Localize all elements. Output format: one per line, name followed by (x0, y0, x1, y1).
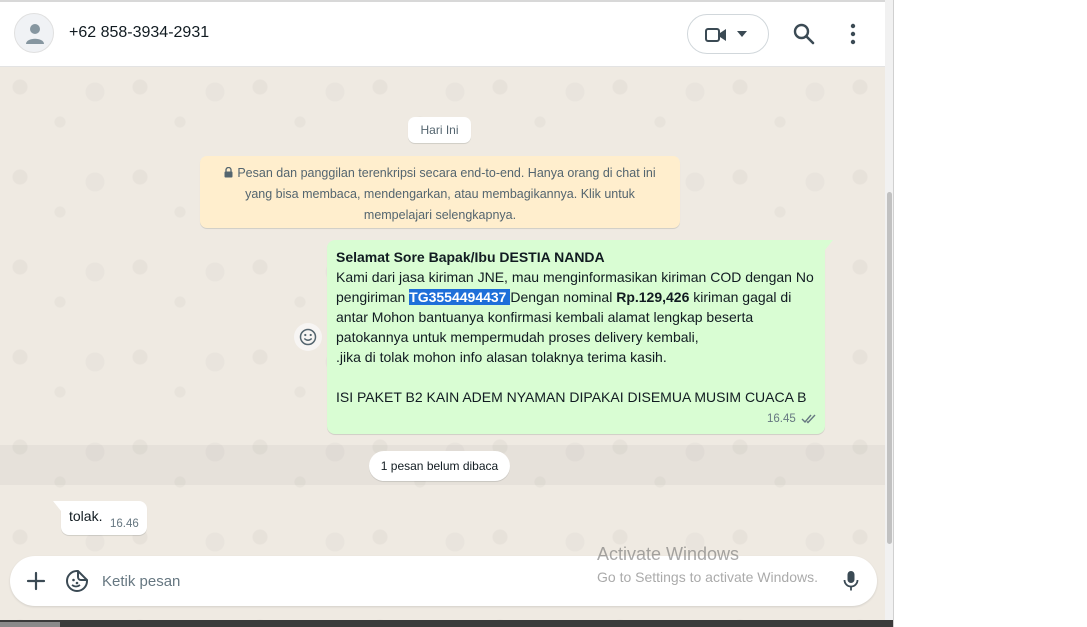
message-body: Selamat Sore Bapak/Ibu DESTIA NANDA Kami… (336, 247, 816, 407)
incoming-message[interactable]: tolak. 16.46 (53, 501, 147, 535)
message-time: 16.45 (767, 413, 796, 425)
more-vertical-icon[interactable] (847, 22, 859, 46)
message-meta: 16.45 (767, 409, 817, 429)
message-line5: ISI PAKET B2 KAIN ADEM NYAMAN DIPAKAI DI… (336, 389, 807, 405)
tracking-number[interactable]: TG3554494437 (409, 289, 511, 305)
bottom-bar-segment (0, 622, 60, 627)
scrollbar-thumb[interactable] (887, 192, 892, 544)
window-edge (893, 0, 894, 627)
encryption-notice-text: Pesan dan panggilan terenkripsi secara e… (237, 166, 656, 222)
encryption-notice[interactable]: Pesan dan panggilan terenkripsi secara e… (200, 156, 680, 228)
sticker-icon[interactable] (65, 569, 89, 593)
search-icon[interactable] (792, 22, 816, 46)
video-camera-icon (705, 28, 726, 42)
cod-amount: Rp.129,426 (616, 289, 690, 305)
message-composer (10, 556, 877, 606)
bubble-tail (825, 240, 833, 250)
contact-name[interactable]: +62 858-3934-2931 (69, 24, 209, 42)
date-divider: Hari Ini (408, 117, 471, 143)
plus-icon[interactable] (26, 571, 46, 591)
message-greeting: Selamat Sore Bapak/Ibu DESTIA NANDA (336, 249, 605, 265)
bubble-tail (53, 501, 61, 511)
incoming-text: tolak. (69, 508, 103, 524)
incoming-time: 16.46 (110, 518, 139, 530)
chat-header: +62 858-3934-2931 (0, 0, 890, 67)
microphone-icon[interactable] (843, 570, 859, 592)
outgoing-message[interactable]: Selamat Sore Bapak/Ibu DESTIA NANDA Kami… (327, 240, 833, 434)
message-input[interactable] (102, 568, 702, 594)
unread-divider: 1 pesan belum dibaca (369, 451, 510, 481)
bottom-bar (0, 620, 893, 627)
person-icon (26, 24, 44, 44)
chevron-down-icon (737, 31, 747, 37)
message-line2: Dengan nominal (510, 289, 617, 305)
react-button[interactable] (294, 323, 322, 351)
message-line4: .jika di tolak mohon info alasan tolakny… (336, 349, 667, 365)
avatar[interactable] (14, 13, 54, 53)
double-check-icon (801, 414, 816, 424)
top-border (0, 0, 890, 2)
lock-icon (224, 167, 233, 178)
whatsapp-window: +62 858-3934-2931 Hari Ini Pesan dan pan… (0, 0, 890, 627)
video-call-button[interactable] (687, 14, 769, 54)
emoji-icon (299, 328, 317, 346)
